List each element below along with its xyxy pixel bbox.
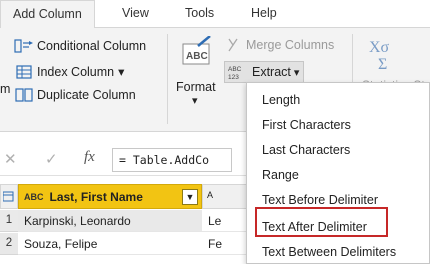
conditional-column-label: Conditional Column: [37, 39, 147, 53]
format-button[interactable]: ABC Format ▾: [174, 36, 220, 120]
column-header-last-first-name[interactable]: ABC Last, First Name ▼: [18, 184, 202, 209]
chevron-down-icon: ▾: [118, 65, 125, 79]
conditional-column-icon: [14, 39, 33, 53]
column-header-next[interactable]: A: [202, 184, 248, 209]
duplicate-column-label: Duplicate Column: [37, 88, 136, 102]
tab-label: View: [122, 6, 149, 20]
extract-icon-text-top: ABC: [228, 66, 242, 73]
format-icon-text: ABC: [186, 51, 208, 62]
index-column-label: Index Column: [37, 64, 115, 79]
merge-columns-label: Merge Columns: [246, 38, 335, 52]
text-type-icon: A: [207, 190, 214, 200]
format-icon: ABC: [182, 36, 211, 65]
conditional-column-button[interactable]: Conditional Column: [14, 39, 146, 53]
highlight-box: [255, 207, 388, 237]
menu-item-length[interactable]: Length: [262, 93, 300, 107]
table-cell[interactable]: Le: [202, 210, 246, 232]
close-icon[interactable]: ✕: [4, 150, 17, 168]
ribbon-separator: [167, 34, 168, 124]
tab-label: Tools: [185, 6, 215, 20]
table-cell[interactable]: Fe: [202, 233, 246, 255]
table-menu-icon: [3, 191, 14, 202]
chevron-down-icon: ▾: [293, 66, 300, 79]
menu-item-text-before-delimiter[interactable]: Text Before Delimiter: [262, 193, 378, 207]
statistics-sigma-icon: Χσ Σ: [369, 39, 390, 72]
table-corner-button[interactable]: [0, 184, 18, 209]
extract-label: Extract: [252, 65, 291, 79]
menu-item-text-between-delimiters[interactable]: Text Between Delimiters: [262, 245, 396, 259]
tab-view[interactable]: View: [122, 6, 149, 20]
svg-text:Χσ: Χσ: [369, 39, 390, 56]
duplicate-column-button[interactable]: Duplicate Column: [14, 88, 136, 102]
ribbon-left-stub: m: [0, 82, 11, 96]
extract-icon: ABC 123: [228, 66, 242, 81]
fx-icon[interactable]: fx: [84, 149, 95, 166]
ribbon-tab-bar: Add Column View Tools Help: [0, 0, 430, 29]
index-column-button[interactable]: Index Column ▾: [14, 64, 124, 79]
svg-text:Σ: Σ: [378, 56, 387, 72]
chevron-down-icon: ▾: [192, 95, 198, 107]
formula-text: = Table.AddCo: [119, 153, 210, 167]
menu-item-first-characters[interactable]: First Characters: [262, 118, 351, 132]
extract-icon-text-bottom: 123: [228, 74, 239, 81]
tab-add-column[interactable]: Add Column: [0, 0, 95, 29]
merge-columns-icon: [228, 38, 238, 52]
index-column-icon: [16, 64, 32, 79]
table-cell[interactable]: Souza, Felipe: [18, 233, 202, 255]
check-icon[interactable]: ✓: [45, 150, 58, 168]
duplicate-column-icon: [15, 88, 33, 102]
tab-tools[interactable]: Tools: [185, 6, 214, 20]
menu-item-last-characters[interactable]: Last Characters: [262, 143, 350, 157]
text-type-icon[interactable]: ABC: [24, 192, 44, 202]
tab-label: Help: [251, 6, 277, 20]
menu-item-range[interactable]: Range: [262, 168, 299, 182]
column-filter-icon[interactable]: ▼: [182, 189, 198, 205]
row-number: 1: [0, 210, 18, 232]
tab-help[interactable]: Help: [251, 6, 277, 20]
merge-columns-button[interactable]: Merge Columns: [227, 38, 334, 52]
format-label: Format: [176, 80, 216, 94]
table-cell[interactable]: Karpinski, Leonardo: [18, 210, 202, 232]
column-header-label: Last, First Name: [49, 189, 143, 204]
extract-dropdown-button[interactable]: ABC 123 Extract ▾: [224, 61, 305, 83]
row-number: 2: [0, 233, 18, 255]
formula-input[interactable]: = Table.AddCo: [112, 148, 232, 172]
tab-label: Add Column: [13, 7, 82, 21]
